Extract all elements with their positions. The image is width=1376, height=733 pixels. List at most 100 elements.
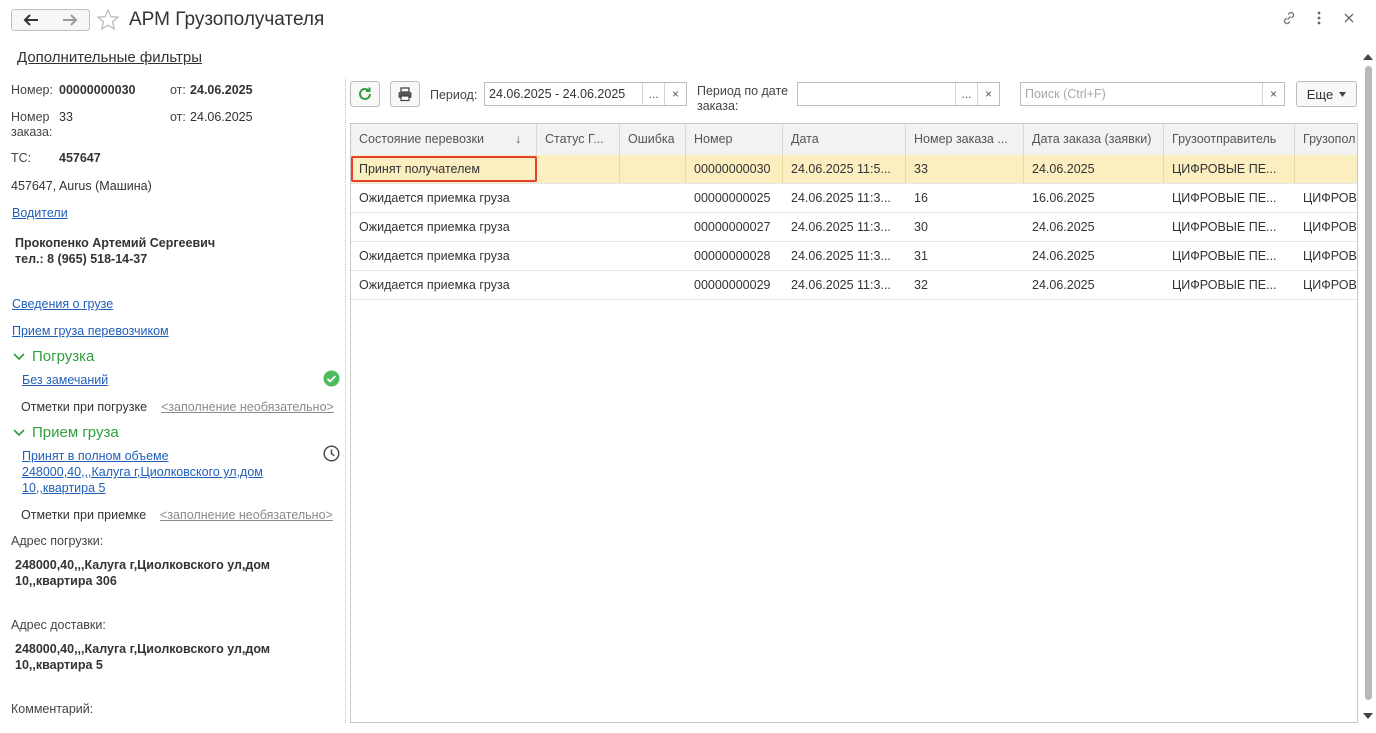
cell-date[interactable]: 24.06.2025 11:3... (783, 213, 906, 241)
scrollbar-thumb[interactable] (1365, 66, 1372, 700)
current-cell-focus (351, 156, 537, 182)
cell-error[interactable] (620, 155, 686, 183)
cell-gstatus[interactable] (537, 155, 620, 183)
cell-date[interactable]: 24.06.2025 11:3... (783, 271, 906, 299)
table-row[interactable]: Ожидается приемка груза 00000000029 24.06.… (351, 271, 1357, 300)
receiving-status-link-line1[interactable]: Принят в полном объеме (22, 449, 169, 463)
order-period-clear-button[interactable]: × (977, 83, 999, 105)
cell-consignee[interactable]: ЦИФРОВ (1295, 213, 1357, 241)
cell-error[interactable] (620, 242, 686, 270)
cell-error[interactable] (620, 271, 686, 299)
loading-collapse-toggle[interactable] (12, 350, 26, 367)
cell-consignee[interactable]: ЦИФРОВ (1295, 184, 1357, 212)
cell-order-number[interactable]: 31 (906, 242, 1024, 270)
search-clear-button[interactable]: × (1262, 83, 1284, 105)
cell-state[interactable]: Ожидается приемка груза (351, 271, 537, 299)
cell-order-date[interactable]: 24.06.2025 (1024, 155, 1164, 183)
cell-gstatus[interactable] (537, 184, 620, 212)
cargo-info-link[interactable]: Сведения о грузе (12, 297, 113, 311)
refresh-button[interactable] (350, 81, 380, 107)
cell-order-date[interactable]: 24.06.2025 (1024, 213, 1164, 241)
column-header-state[interactable]: Состояние перевозки ↓ (351, 124, 537, 155)
link-button[interactable] (1281, 10, 1297, 30)
print-button[interactable] (390, 81, 420, 107)
table-row[interactable]: Ожидается приемка груза 00000000025 24.06.… (351, 184, 1357, 213)
cell-state[interactable]: Ожидается приемка груза (351, 184, 537, 212)
cell-order-number[interactable]: 30 (906, 213, 1024, 241)
cell-number[interactable]: 00000000030 (686, 155, 783, 183)
back-button[interactable] (11, 9, 51, 31)
delivery-address-line2: 10,,квартира 5 (15, 658, 103, 672)
cell-order-date[interactable]: 24.06.2025 (1024, 242, 1164, 270)
cell-order-date[interactable]: 16.06.2025 (1024, 184, 1164, 212)
column-header-consignee[interactable]: Грузопол (1295, 124, 1357, 155)
drivers-link[interactable]: Водители (12, 206, 68, 220)
table-row[interactable]: Ожидается приемка груза 00000000027 24.06.… (351, 213, 1357, 242)
cell-error[interactable] (620, 213, 686, 241)
cell-consignee[interactable] (1295, 155, 1357, 183)
loading-status-link[interactable]: Без замечаний (22, 373, 108, 387)
order-period-select-button[interactable]: ... (955, 83, 977, 105)
panel-divider[interactable] (345, 78, 346, 723)
more-menu-button[interactable] (1316, 10, 1322, 30)
close-button[interactable] (1343, 10, 1355, 30)
cell-date[interactable]: 24.06.2025 11:5... (783, 155, 906, 183)
cell-shipper[interactable]: ЦИФРОВЫЕ ПЕ... (1164, 155, 1295, 183)
column-header-date[interactable]: Дата (783, 124, 906, 155)
caret-down-icon (1339, 91, 1347, 97)
order-date-value: 24.06.2025 (190, 110, 253, 124)
search-input[interactable]: Поиск (Ctrl+F) (1021, 87, 1262, 101)
forward-button[interactable] (50, 9, 90, 31)
cell-state[interactable]: Ожидается приемка груза (351, 213, 537, 241)
scroll-down-button[interactable] (1363, 708, 1373, 723)
cell-order-number[interactable]: 33 (906, 155, 1024, 183)
cell-order-number[interactable]: 32 (906, 271, 1024, 299)
cell-gstatus[interactable] (537, 213, 620, 241)
receiving-status-link-line3[interactable]: 10,,квартира 5 (22, 481, 105, 495)
cell-number[interactable]: 00000000025 (686, 184, 783, 212)
cell-shipper[interactable]: ЦИФРОВЫЕ ПЕ... (1164, 213, 1295, 241)
cell-number[interactable]: 00000000027 (686, 213, 783, 241)
cell-shipper[interactable]: ЦИФРОВЫЕ ПЕ... (1164, 184, 1295, 212)
carrier-accept-link[interactable]: Прием груза перевозчиком (12, 324, 169, 338)
more-actions-button[interactable]: Еще (1296, 81, 1357, 107)
more-actions-label: Еще (1306, 86, 1334, 102)
extra-filters-link[interactable]: Дополнительные фильтры (17, 49, 202, 66)
column-header-order-date[interactable]: Дата заказа (заявки) (1024, 124, 1164, 155)
receiving-collapse-toggle[interactable] (12, 426, 26, 443)
table-row[interactable]: Ожидается приемка груза 00000000028 24.06.… (351, 242, 1357, 271)
receiving-marks-input[interactable]: <заполнение необязательно> (160, 508, 333, 522)
cell-gstatus[interactable] (537, 242, 620, 270)
column-header-error[interactable]: Ошибка (620, 124, 686, 155)
cell-error[interactable] (620, 184, 686, 212)
cell-state[interactable]: Ожидается приемка груза (351, 242, 537, 270)
scroll-up-button[interactable] (1363, 49, 1373, 64)
search-field[interactable]: Поиск (Ctrl+F) × (1020, 82, 1285, 106)
column-header-order-number[interactable]: Номер заказа ... (906, 124, 1024, 155)
period-select-button[interactable]: ... (642, 83, 664, 105)
cell-date[interactable]: 24.06.2025 11:3... (783, 242, 906, 270)
order-period-field[interactable]: ... × (797, 82, 1000, 106)
cell-order-number[interactable]: 16 (906, 184, 1024, 212)
period-clear-button[interactable]: × (664, 83, 686, 105)
column-header-shipper[interactable]: Грузоотправитель (1164, 124, 1295, 155)
cell-shipper[interactable]: ЦИФРОВЫЕ ПЕ... (1164, 271, 1295, 299)
cell-shipper[interactable]: ЦИФРОВЫЕ ПЕ... (1164, 242, 1295, 270)
star-icon (96, 8, 120, 31)
loading-marks-input[interactable]: <заполнение необязательно> (161, 400, 334, 414)
favorite-star-button[interactable] (96, 8, 120, 35)
cell-number[interactable]: 00000000028 (686, 242, 783, 270)
column-header-number[interactable]: Номер (686, 124, 783, 155)
period-field[interactable]: 24.06.2025 - 24.06.2025 ... × (484, 82, 687, 106)
column-header-gstatus[interactable]: Статус Г... (537, 124, 620, 155)
receiving-status-link-line2[interactable]: 248000,40,,,Калуга г,Циолковского ул,дом (22, 465, 263, 479)
cell-number[interactable]: 00000000029 (686, 271, 783, 299)
cell-gstatus[interactable] (537, 271, 620, 299)
cell-date[interactable]: 24.06.2025 11:3... (783, 184, 906, 212)
shipments-table[interactable]: Состояние перевозки ↓ Статус Г... Ошибка… (350, 123, 1358, 723)
cell-consignee[interactable]: ЦИФРОВ (1295, 242, 1357, 270)
cell-consignee[interactable]: ЦИФРОВ (1295, 271, 1357, 299)
clock-icon (323, 445, 340, 465)
cell-order-date[interactable]: 24.06.2025 (1024, 271, 1164, 299)
loading-address-line2: 10,,квартира 306 (15, 574, 117, 588)
